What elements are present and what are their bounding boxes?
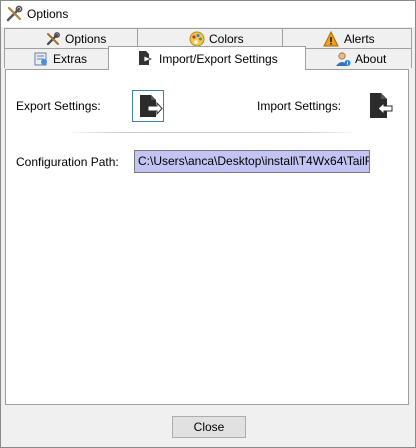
tools-icon [6,5,23,22]
export-settings-button[interactable] [132,90,164,122]
import-document-icon [370,93,393,118]
tab-import-export[interactable]: Import/Export Settings [108,46,306,70]
configuration-path-label: Configuration Path: [16,155,119,169]
configuration-path-field[interactable]: C:\Users\anca\Desktop\install\T4Wx64\Tai… [134,150,370,173]
section-divider [64,132,360,133]
title-bar[interactable]: Options [1,1,415,27]
close-button[interactable]: Close [172,416,246,438]
tab-options-label: Options [65,32,107,46]
tab-options[interactable]: Options [4,28,138,48]
export-settings-label: Export Settings: [16,99,101,113]
tab-about[interactable]: About [304,48,412,68]
tab-alerts[interactable]: Alerts [282,28,412,48]
tab-colors[interactable]: Colors [137,28,283,48]
palette-icon [189,31,205,47]
export-document-icon [140,95,163,117]
warning-icon [323,31,339,47]
tab-import-export-label: Import/Export Settings [159,52,278,66]
tab-extras-label: Extras [53,52,88,66]
import-export-icon [139,51,153,65]
tab-extras[interactable]: Extras [4,48,110,68]
import-export-panel: Export Settings: Import Settings: Config… [5,69,409,405]
tab-strip: Options Colors Alerts Extras Import/Expo… [1,28,415,70]
tab-about-label: About [355,52,387,66]
tools-icon [46,32,60,46]
import-settings-button[interactable] [362,90,394,122]
extras-icon [34,52,47,66]
window-title: Options [27,7,69,21]
tab-colors-label: Colors [209,32,244,46]
user-info-icon [336,52,351,66]
options-window: Options Options Colors Alerts Extras Imp… [0,0,416,448]
import-settings-label: Import Settings: [257,99,342,113]
tab-alerts-label: Alerts [344,32,375,46]
